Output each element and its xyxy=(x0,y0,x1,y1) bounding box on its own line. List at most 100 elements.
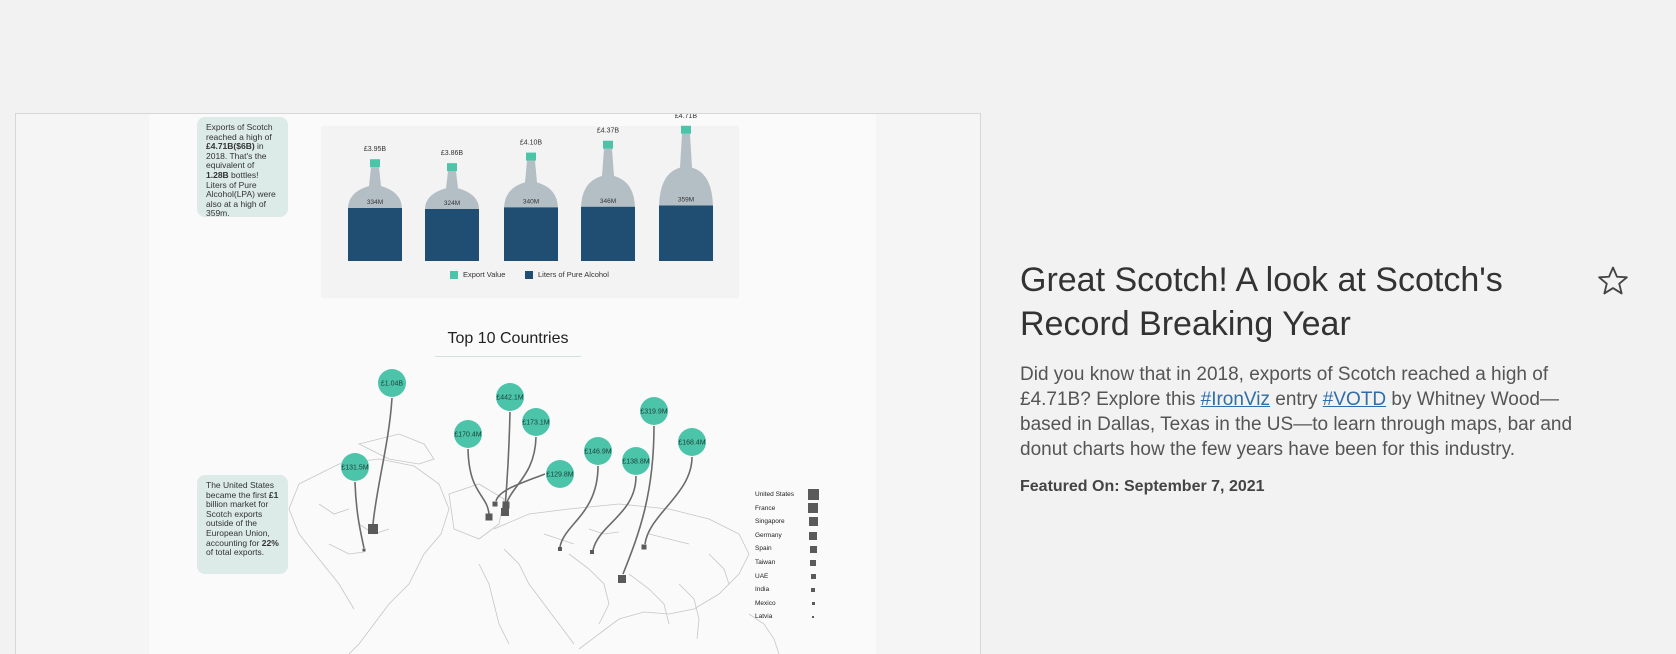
export-cap xyxy=(370,159,380,168)
bottle: £3.86B 324M xyxy=(425,150,479,261)
legend-swatch-export xyxy=(450,270,458,279)
country-size-marker xyxy=(808,517,818,527)
top10-title: Top 10 Countries xyxy=(435,330,581,357)
export-label: £4.10B xyxy=(520,140,543,147)
country-size-marker xyxy=(809,545,817,553)
bubble-label: £173.1M xyxy=(522,420,549,427)
bubble-label: £129.8M xyxy=(546,472,573,479)
export-cap xyxy=(447,163,457,172)
country-marker xyxy=(590,550,594,554)
viz-embed[interactable]: Exports of Scotch reached a high of £4.7… xyxy=(15,113,981,654)
map-pin: £170.4M xyxy=(454,420,493,521)
map-pin: £168.4M xyxy=(641,428,706,550)
country-size-marker xyxy=(812,616,814,619)
country-row: Taiwan xyxy=(755,556,825,570)
country-label: Singapore xyxy=(755,518,785,526)
pin-line xyxy=(504,411,511,509)
viz-info-panel: Great Scotch! A look at Scotch's Record … xyxy=(1020,258,1640,496)
bottle: £3.95B 334M xyxy=(348,146,402,261)
callout-us: The United States became the first £1 bi… xyxy=(197,475,288,574)
legend-lpa: Liters of Pure Alcohol xyxy=(525,270,609,279)
lpa-bar xyxy=(348,208,402,261)
desc-text: entry xyxy=(1269,389,1323,410)
country-size-marker xyxy=(810,573,816,579)
country-row: Latvia xyxy=(755,610,825,624)
callout-bold: 22% xyxy=(261,537,279,548)
country-marker xyxy=(502,501,510,509)
bottle: £4.10B 340M xyxy=(504,140,558,261)
country-marker xyxy=(641,544,647,550)
bottle: £4.71B 359M xyxy=(659,114,713,261)
export-label: £4.37B xyxy=(597,128,620,135)
country-row: Spain xyxy=(755,542,825,556)
country-size-marker xyxy=(807,489,819,501)
map-pin: £319.9M xyxy=(618,397,668,583)
legend-export: Export Value xyxy=(450,270,505,279)
country-label: India xyxy=(755,586,770,594)
country-ranking: United States France Singapore Germany Spain… xyxy=(755,488,825,624)
lpa-label: 340M xyxy=(523,198,539,205)
lpa-bar xyxy=(504,207,558,261)
pin-line xyxy=(592,475,637,551)
country-label: France xyxy=(755,504,776,512)
pin-line xyxy=(354,481,365,549)
country-size-marker xyxy=(811,602,815,606)
viz-description: Did you know that in 2018, exports of Sc… xyxy=(1020,362,1600,462)
bottle: £4.37B 346M xyxy=(581,128,635,261)
lpa-label: 324M xyxy=(444,200,460,207)
country-size-marker xyxy=(810,559,816,566)
viz-title: Great Scotch! A look at Scotch's Record … xyxy=(1020,261,1503,343)
country-marker xyxy=(492,501,498,507)
bubble-label: £146.9M xyxy=(584,449,611,456)
lpa-bar xyxy=(581,206,635,261)
export-cap xyxy=(681,125,691,134)
country-size-marker xyxy=(808,503,818,514)
map-pin: £129.8M xyxy=(492,460,574,507)
pin-line xyxy=(506,436,537,503)
callout-text: of total exports. xyxy=(206,547,265,558)
export-cap xyxy=(603,140,613,149)
map-pins: £1.04B £442.1M £173.1M £170.4M £131.5M £129.8… xyxy=(341,369,706,583)
country-marker xyxy=(501,508,509,516)
featured-date: Featured On: September 7, 2021 xyxy=(1020,478,1265,495)
callout-bold: £1 xyxy=(268,489,279,500)
country-label: UAE xyxy=(755,572,769,580)
export-cap xyxy=(526,152,536,161)
country-marker xyxy=(362,548,366,552)
bottle-chart: £3.95B 334M £3.86B 324M £4.10B 340M £4.37B 346M… xyxy=(348,114,713,261)
ironviz-link[interactable]: #IronViz xyxy=(1201,389,1270,410)
export-label: £4.71B xyxy=(675,114,698,120)
export-label: £3.86B xyxy=(441,150,464,157)
country-row: United States xyxy=(755,488,825,502)
pin-line xyxy=(495,473,546,502)
country-label: Taiwan xyxy=(755,558,776,566)
country-label: Germany xyxy=(755,531,782,539)
country-label: Spain xyxy=(755,545,772,553)
country-marker xyxy=(618,575,626,583)
country-marker xyxy=(485,513,493,521)
bubble-label: £138.8M xyxy=(622,459,649,466)
country-marker xyxy=(558,547,562,551)
lpa-bar xyxy=(659,205,713,261)
bubble-label: £442.1M xyxy=(496,395,523,402)
bubble-label: £131.5M xyxy=(341,465,368,472)
export-label: £3.95B xyxy=(364,146,387,153)
viz-canvas: Exports of Scotch reached a high of £4.7… xyxy=(149,114,876,654)
country-row: France xyxy=(755,502,825,516)
callout-text: billion market for Scotch exports outsid… xyxy=(206,499,270,548)
votd-link[interactable]: #VOTD xyxy=(1323,389,1386,410)
legend-swatch-lpa xyxy=(525,270,533,279)
bubble-label: £168.4M xyxy=(678,440,705,447)
country-size-marker xyxy=(811,587,815,592)
country-label: United States xyxy=(755,491,795,498)
country-row: India xyxy=(755,583,825,597)
country-label: Mexico xyxy=(755,599,776,607)
legend-label-lpa: Liters of Pure Alcohol xyxy=(538,270,609,279)
lpa-bar xyxy=(425,209,479,261)
callout-text: The United States became the first xyxy=(206,480,275,500)
map-pin: £131.5M xyxy=(341,453,369,552)
star-outline-icon[interactable] xyxy=(1596,264,1630,298)
country-label: Latvia xyxy=(755,613,773,621)
country-marker xyxy=(368,524,378,534)
country-row: UAE xyxy=(755,570,825,584)
